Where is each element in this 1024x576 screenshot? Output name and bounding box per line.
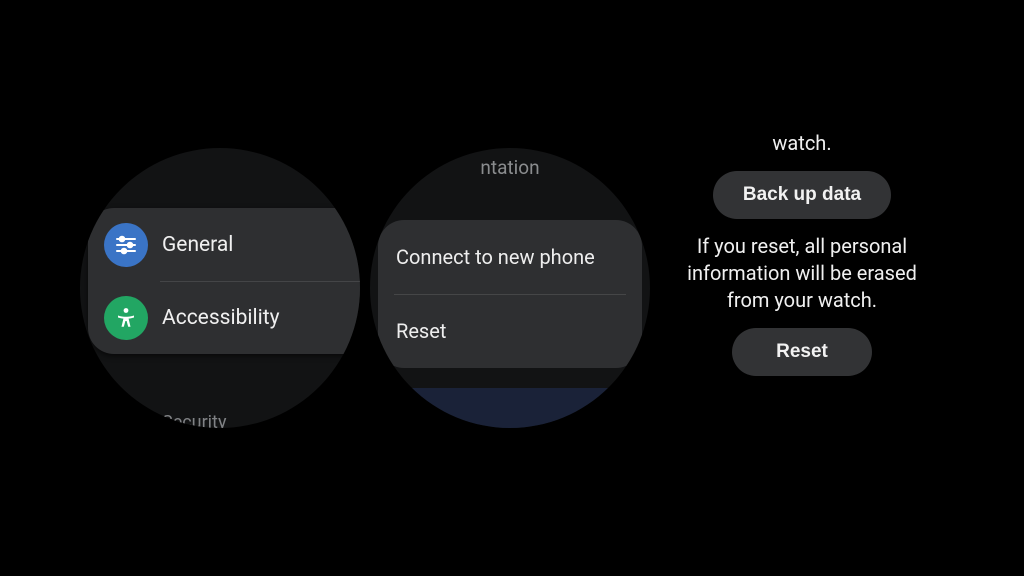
screenshot-stage: Apps General (0, 0, 1024, 576)
list-item-reset[interactable]: Reset (378, 294, 642, 368)
list-item-general[interactable]: General (88, 208, 360, 281)
list-item-next-fragment[interactable] (388, 388, 632, 428)
reset-warning-text: If you reset, all personal information w… (672, 233, 932, 314)
reset-button[interactable]: Reset (732, 328, 872, 376)
list-item-label: Security (162, 412, 226, 429)
apps-icon (104, 148, 148, 158)
settings-list[interactable]: Apps General (80, 148, 360, 428)
settings-focus-card: General Accessibility (88, 208, 360, 354)
list-item-accessibility[interactable]: Accessibility (88, 281, 360, 354)
list-item-label: Reset (396, 319, 446, 343)
watch-face-general-menu: ntation Connect to new phone Reset (370, 148, 650, 428)
button-label: Reset (776, 341, 828, 362)
shield-icon (104, 400, 148, 428)
general-focus-card: Connect to new phone Reset (378, 220, 642, 368)
list-item-label: Accessibility (162, 306, 280, 330)
list-item-orientation-fragment[interactable]: ntation (370, 156, 650, 179)
list-item-security[interactable]: Security (80, 400, 360, 428)
list-item-apps[interactable]: Apps (80, 148, 360, 158)
button-label: Back up data (743, 184, 861, 205)
list-item-label: General (162, 233, 233, 257)
reset-upper-text-fragment: watch. (772, 130, 831, 157)
watch-face-reset-confirm: watch. Back up data If you reset, all pe… (668, 130, 936, 376)
sliders-icon (104, 223, 148, 267)
backup-data-button[interactable]: Back up data (713, 171, 891, 219)
list-item-label: Connect to new phone (396, 245, 595, 269)
watch-face-settings: Apps General (80, 148, 360, 428)
list-item-connect-new-phone[interactable]: Connect to new phone (378, 220, 642, 294)
accessibility-icon (104, 296, 148, 340)
